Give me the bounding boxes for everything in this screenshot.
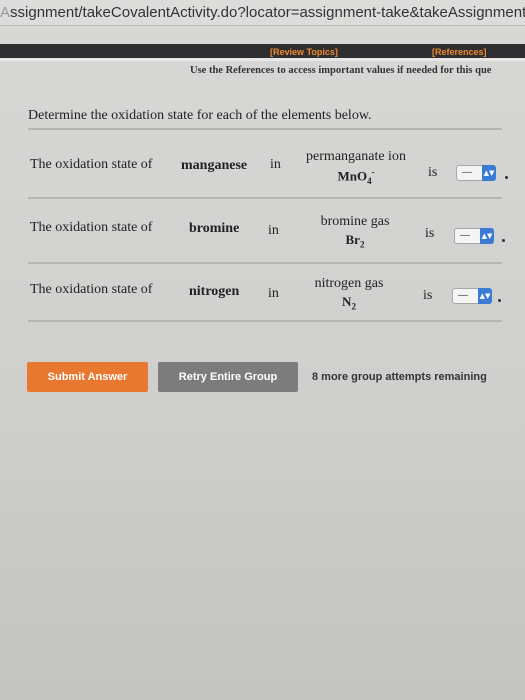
question-row-bromine: The oxidation state of bromine in bromin… <box>0 208 525 268</box>
row-lead-text: The oxidation state of <box>30 282 153 297</box>
period-dot <box>498 299 501 302</box>
row-is-text: is <box>428 165 438 180</box>
select-value: — <box>460 230 470 241</box>
row-element: bromine <box>189 221 240 236</box>
select-stepper-icon[interactable]: ▲▼ <box>478 288 492 304</box>
row-in-text: in <box>270 157 281 172</box>
select-stepper-icon[interactable]: ▲▼ <box>480 228 494 244</box>
row-is-text: is <box>425 226 435 241</box>
period-dot <box>505 176 508 179</box>
row-in-text: in <box>268 223 279 238</box>
references-link[interactable]: [References] <box>432 47 487 57</box>
divider <box>28 197 502 199</box>
species-formula: N2 <box>342 294 356 312</box>
browser-url-bar[interactable]: Assignment/takeCovalentActivity.do?locat… <box>0 0 525 26</box>
oxidation-state-select-nitrogen[interactable]: — ▲▼ <box>452 288 492 304</box>
row-lead-text: The oxidation state of <box>30 220 153 235</box>
row-species: bromine gas Br2 <box>290 214 420 250</box>
row-species: permanganate ion MnO4- <box>291 149 421 186</box>
species-name: permanganate ion <box>306 149 406 164</box>
species-formula: MnO4- <box>337 167 375 186</box>
retry-entire-group-button[interactable]: Retry Entire Group <box>158 362 298 392</box>
oxidation-state-select-bromine[interactable]: — ▲▼ <box>454 228 494 244</box>
question-row-manganese: The oxidation state of manganese in perm… <box>0 145 525 205</box>
divider <box>28 320 502 322</box>
submit-answer-button[interactable]: Submit Answer <box>27 362 148 392</box>
row-species: nitrogen gas N2 <box>284 276 414 312</box>
references-instruction: Use the References to access important v… <box>190 65 492 76</box>
question-prompt: Determine the oxidation state for each o… <box>28 108 372 123</box>
select-stepper-icon[interactable]: ▲▼ <box>482 165 496 181</box>
divider <box>28 128 502 130</box>
period-dot <box>502 239 505 242</box>
row-element: nitrogen <box>189 284 240 299</box>
row-element: manganese <box>181 158 248 173</box>
attempts-remaining-text: 8 more group attempts remaining <box>312 371 487 383</box>
select-value: — <box>462 167 472 178</box>
header-divider <box>0 58 525 61</box>
row-lead-text: The oxidation state of <box>30 157 153 172</box>
species-formula: Br2 <box>345 232 365 250</box>
row-is-text: is <box>423 288 433 303</box>
row-in-text: in <box>268 286 279 301</box>
question-row-nitrogen: The oxidation state of nitrogen in nitro… <box>0 272 525 332</box>
divider <box>28 262 502 264</box>
species-name: bromine gas <box>320 214 390 229</box>
review-topics-link[interactable]: [Review Topics] <box>270 47 338 57</box>
url-text: Assignment/takeCovalentActivity.do?locat… <box>0 4 525 21</box>
oxidation-state-select-manganese[interactable]: — ▲▼ <box>456 165 496 181</box>
select-value: — <box>458 290 468 301</box>
species-name: nitrogen gas <box>314 276 384 291</box>
